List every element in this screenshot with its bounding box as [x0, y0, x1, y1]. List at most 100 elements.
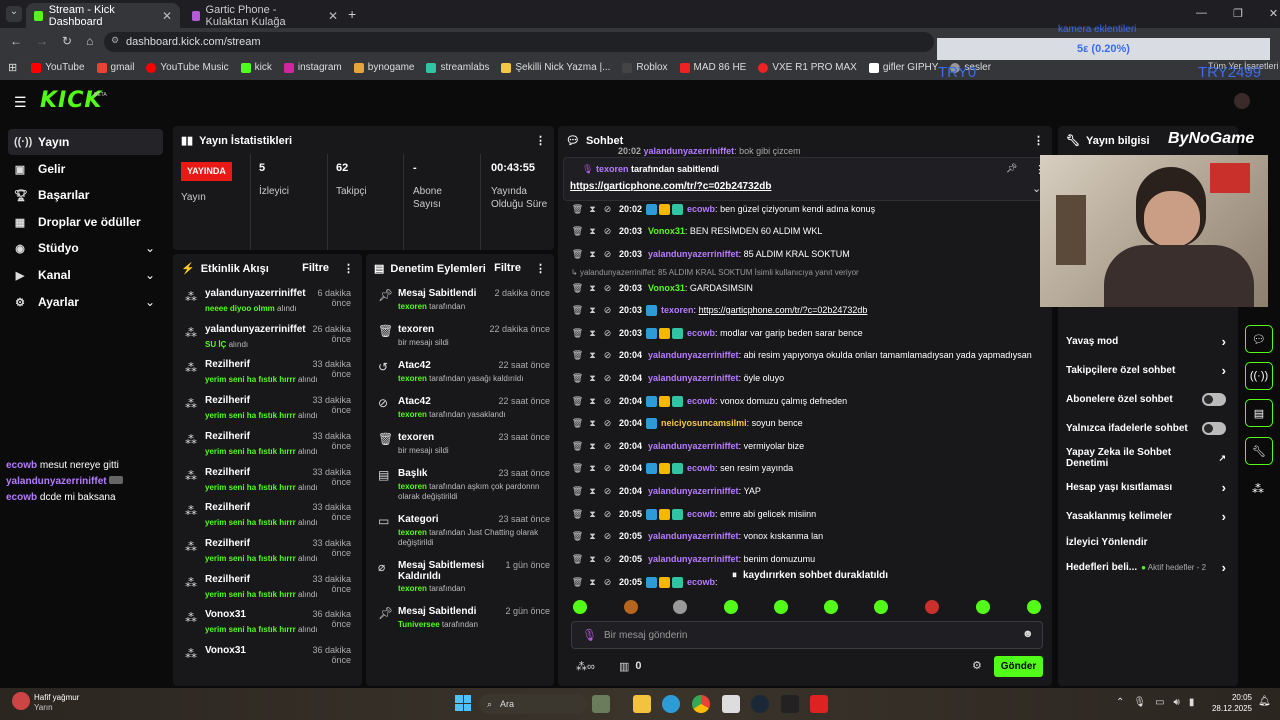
info-setting-item[interactable]: Abonelere özel sohbet — [1066, 389, 1226, 409]
back-icon[interactable]: ← — [10, 34, 22, 48]
activity-item[interactable]: ⁂ Rezilherif 33 dakika önce yerim seni ha f… — [181, 572, 353, 606]
pin-icon[interactable]: 📌︎ — [1006, 163, 1017, 174]
media-action-button[interactable]: ▤ — [1245, 399, 1273, 427]
emote-icon[interactable] — [624, 600, 638, 614]
store-icon[interactable]: ▥ — [619, 660, 629, 673]
chat-user[interactable]: yalandunyazerriniffet — [648, 373, 739, 383]
chat-message[interactable]: 🗑︎ ⧗ ⊘ 20:02 ecowb: ben güzel çiziyorum kend… — [570, 200, 1040, 218]
chat-action-button[interactable]: 💬︎ — [1245, 325, 1273, 353]
chat-user[interactable]: neiciyosuncamsilmi — [661, 418, 747, 428]
more-icon[interactable]: ⋮ — [535, 134, 546, 147]
delete-icon[interactable]: 🗑︎ — [570, 204, 585, 215]
emote-icon[interactable] — [874, 600, 888, 614]
timeout-icon[interactable]: ⧗ — [585, 577, 600, 588]
file-explorer-icon[interactable] — [633, 695, 651, 713]
ban-icon[interactable]: ⊘ — [600, 531, 615, 542]
share-icon[interactable]: ⁂ — [1252, 482, 1264, 496]
ban-icon[interactable]: ⊘ — [600, 396, 615, 407]
send-button[interactable]: Gönder — [994, 656, 1043, 677]
delete-icon[interactable]: 🗑︎ — [570, 554, 585, 565]
emote-icon[interactable] — [824, 600, 838, 614]
apps-icon[interactable]: ⊞ — [8, 61, 17, 74]
chat-paused-banner[interactable]: ⏸ kaydırırken sohbet duraklatıldı — [722, 566, 892, 584]
info-setting-item[interactable]: Yavaş mod › — [1066, 331, 1226, 351]
activity-item[interactable]: ⁂ Rezilherif 33 dakika önce yerim seni ha f… — [181, 393, 353, 427]
chat-user[interactable]: yalandunyazerriniffet — [648, 486, 739, 496]
activity-item[interactable]: ⁂ yalandunyazerriniffet 6 dakika önce neeee… — [181, 286, 353, 320]
tab-list-icon[interactable]: ⌄ — [6, 6, 22, 22]
ban-icon[interactable]: ⊘ — [600, 283, 615, 294]
ban-icon[interactable]: ⊘ — [600, 249, 615, 260]
emote-icon[interactable] — [774, 600, 788, 614]
delete-icon[interactable]: 🗑︎ — [570, 463, 585, 474]
tools-action-button[interactable]: 🔧︎ — [1245, 437, 1273, 465]
chat-user[interactable]: ecowb — [687, 328, 715, 338]
notepad-icon[interactable] — [722, 695, 740, 713]
mod-action-item[interactable]: ⊘ Atac42 22 saat önce texoren tarafından ya… — [374, 394, 550, 430]
ban-icon[interactable]: ⊘ — [600, 463, 615, 474]
mod-action-item[interactable]: 📌︎ Mesaj Sabitlendi 2 gün önce Tuniversee t… — [374, 604, 550, 640]
delete-icon[interactable]: 🗑︎ — [570, 283, 585, 294]
filter-button[interactable]: Filtre — [494, 262, 521, 275]
taskbar-search[interactable]: ⌕ Ara — [479, 694, 587, 714]
delete-icon[interactable]: 🗑︎ — [570, 226, 585, 237]
bookmark-instagram[interactable]: instagram — [283, 62, 342, 73]
chat-input[interactable]: 🎙︎ Bir mesaj gönderin ☻ — [571, 621, 1043, 649]
delete-icon[interactable]: 🗑︎ — [570, 305, 585, 316]
chat-message[interactable]: 🗑︎ ⧗ ⊘ 20:04 ecowb: vonox domuzu çalmış defn… — [570, 392, 1040, 410]
volume-icon[interactable]: 🔊︎ — [1174, 697, 1180, 708]
chat-user[interactable]: Vonox31 — [648, 226, 685, 236]
delete-icon[interactable]: 🗑︎ — [570, 486, 585, 497]
timeout-icon[interactable]: ⧗ — [585, 373, 600, 384]
bookmark-gmail[interactable]: gmail — [96, 62, 134, 73]
new-tab-icon[interactable]: + — [348, 6, 356, 22]
menu-icon[interactable]: ☰ — [14, 94, 27, 111]
bookmark-kick[interactable]: kick — [240, 62, 272, 73]
avatar[interactable] — [1234, 93, 1250, 109]
ban-icon[interactable]: ⊘ — [600, 577, 615, 588]
ban-icon[interactable]: ⊘ — [600, 204, 615, 215]
mod-action-item[interactable]: 🗑︎ texoren 22 dakika önce bir mesajı sildi — [374, 322, 550, 358]
activity-item[interactable]: ⁂ Rezilherif 33 dakika önce yerim seni ha f… — [181, 500, 353, 534]
chat-user[interactable]: yalandunyazerriniffet — [648, 554, 739, 564]
info-setting-item[interactable]: Takipçilere özel sohbet › — [1066, 360, 1226, 380]
activity-item[interactable]: ⁂ Rezilherif 33 dakika önce yerim seni ha f… — [181, 465, 353, 499]
mod-action-item[interactable]: ▤ Başlık 23 saat önce texoren tarafından aş… — [374, 466, 550, 510]
delete-icon[interactable]: 🗑︎ — [570, 418, 585, 429]
sidebar-item-basarilar[interactable]: 🏆︎ Başarılar — [8, 182, 163, 208]
battery-icon[interactable]: ▮ — [1189, 697, 1195, 708]
steam-icon[interactable] — [751, 695, 769, 713]
chat-user[interactable]: ecowb — [687, 509, 715, 519]
chat-user[interactable]: yalandunyazerriniffet — [648, 441, 739, 451]
sidebar-item-gelir[interactable]: ▣ Gelir — [8, 156, 163, 182]
toggle-switch[interactable] — [1202, 392, 1226, 406]
activity-item[interactable]: ⁂ Rezilherif 33 dakika önce yerim seni ha f… — [181, 429, 353, 463]
chat-user[interactable]: texoren — [661, 305, 694, 315]
delete-icon[interactable]: 🗑︎ — [570, 328, 585, 339]
chat-message[interactable]: 🗑︎ ⧗ ⊘ 20:04 ecowb: sen resim yayında — [570, 459, 1040, 477]
chat-message[interactable]: 🗑︎ ⧗ ⊘ 20:04 yalandunyazerriniffet: abi resi… — [570, 346, 1040, 364]
chrome-icon[interactable] — [692, 695, 710, 713]
emote-icon[interactable] — [1027, 600, 1041, 614]
activity-item[interactable]: ⁂ Rezilherif 33 dakika önce yerim seni ha f… — [181, 357, 353, 391]
mic-icon[interactable]: 🎙︎ — [1133, 697, 1146, 708]
close-window-icon[interactable]: ✕ — [1269, 7, 1278, 20]
more-icon[interactable]: ⋮ — [535, 262, 546, 275]
filter-button[interactable]: Filtre — [302, 262, 329, 275]
chat-message[interactable]: 🗑︎ ⧗ ⊘ 20:03 Vonox31: GARDASIMSIN — [570, 279, 1040, 297]
more-icon[interactable]: ⋮ — [343, 262, 354, 275]
minimize-icon[interactable]: — — [1196, 7, 1207, 20]
timeout-icon[interactable]: ⧗ — [585, 396, 600, 407]
toggle-switch[interactable] — [1202, 421, 1226, 435]
chat-message[interactable]: 🗑︎ ⧗ ⊘ 20:04 neiciyosuncamsilmi: soyun bence — [570, 414, 1040, 432]
chat-user[interactable]: Vonox31 — [648, 283, 685, 293]
chat-message[interactable]: 🗑︎ ⧗ ⊘ 20:03 ecowb: modlar var garip beden s… — [570, 324, 1040, 342]
mod-action-item[interactable]: ⌀ Mesaj Sabitlemesi Kaldırıldı 1 gün önce t… — [374, 558, 550, 602]
chat-user[interactable]: yalandunyazerriniffet — [648, 531, 739, 541]
close-tab-icon[interactable]: ✕ — [162, 9, 172, 23]
chat-message[interactable]: 🗑︎ ⧗ ⊘ 20:03 Vonox31: BEN RESİMDEN 60 ALDIM … — [570, 222, 1040, 240]
emote-icon[interactable] — [573, 600, 587, 614]
timeout-icon[interactable]: ⧗ — [585, 531, 600, 542]
chat-settings-icon[interactable]: ⚙ — [972, 659, 982, 672]
sidebar-item-studyo[interactable]: ◉ Stüdyo ⌄ — [8, 235, 163, 261]
